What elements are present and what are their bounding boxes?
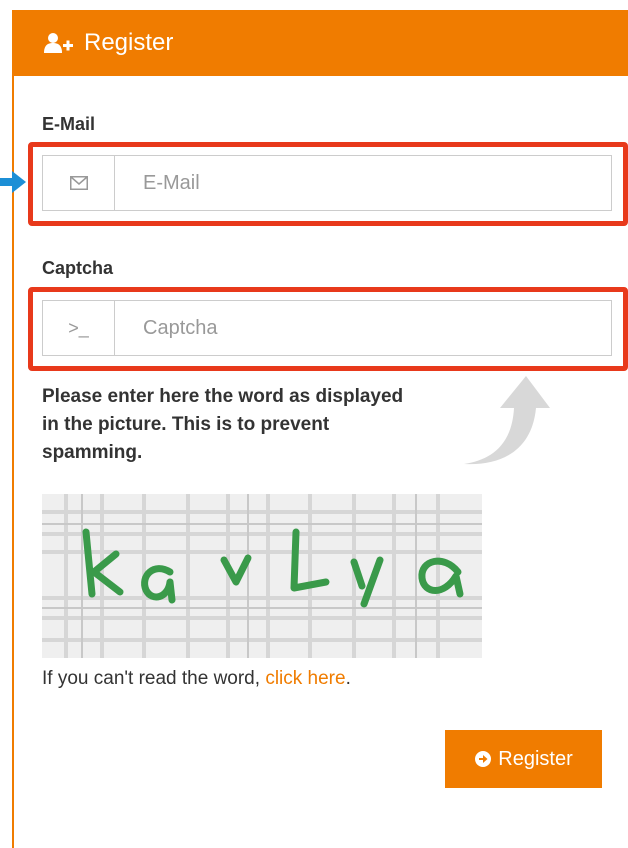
reload-prefix: If you can't read the word, (42, 668, 266, 689)
captcha-reload-text: If you can't read the word, click here. (42, 664, 422, 694)
captcha-input[interactable] (115, 301, 611, 355)
arrow-circle-right-icon (475, 751, 492, 767)
email-input[interactable] (115, 156, 611, 210)
envelope-icon (43, 156, 115, 210)
register-button-label: Register (498, 747, 573, 770)
pointer-arrow-icon (0, 171, 26, 193)
reload-suffix: . (345, 668, 351, 689)
curved-up-arrow-icon (464, 376, 550, 465)
terminal-prompt-icon: >_ (43, 301, 115, 355)
captcha-label: Captcha (42, 258, 114, 278)
panel-title: Register (84, 29, 174, 56)
reload-captcha-link[interactable]: click here (265, 668, 345, 689)
email-input-group (42, 155, 612, 211)
email-label: E-Mail (42, 114, 96, 134)
panel-header: Register (14, 10, 628, 76)
register-button[interactable]: Register (445, 730, 602, 788)
captcha-input-group: >_ (42, 300, 612, 356)
captcha-help-text: Please enter here the word as displayed … (42, 386, 404, 463)
captcha-image (42, 494, 482, 658)
user-plus-icon (44, 33, 73, 53)
